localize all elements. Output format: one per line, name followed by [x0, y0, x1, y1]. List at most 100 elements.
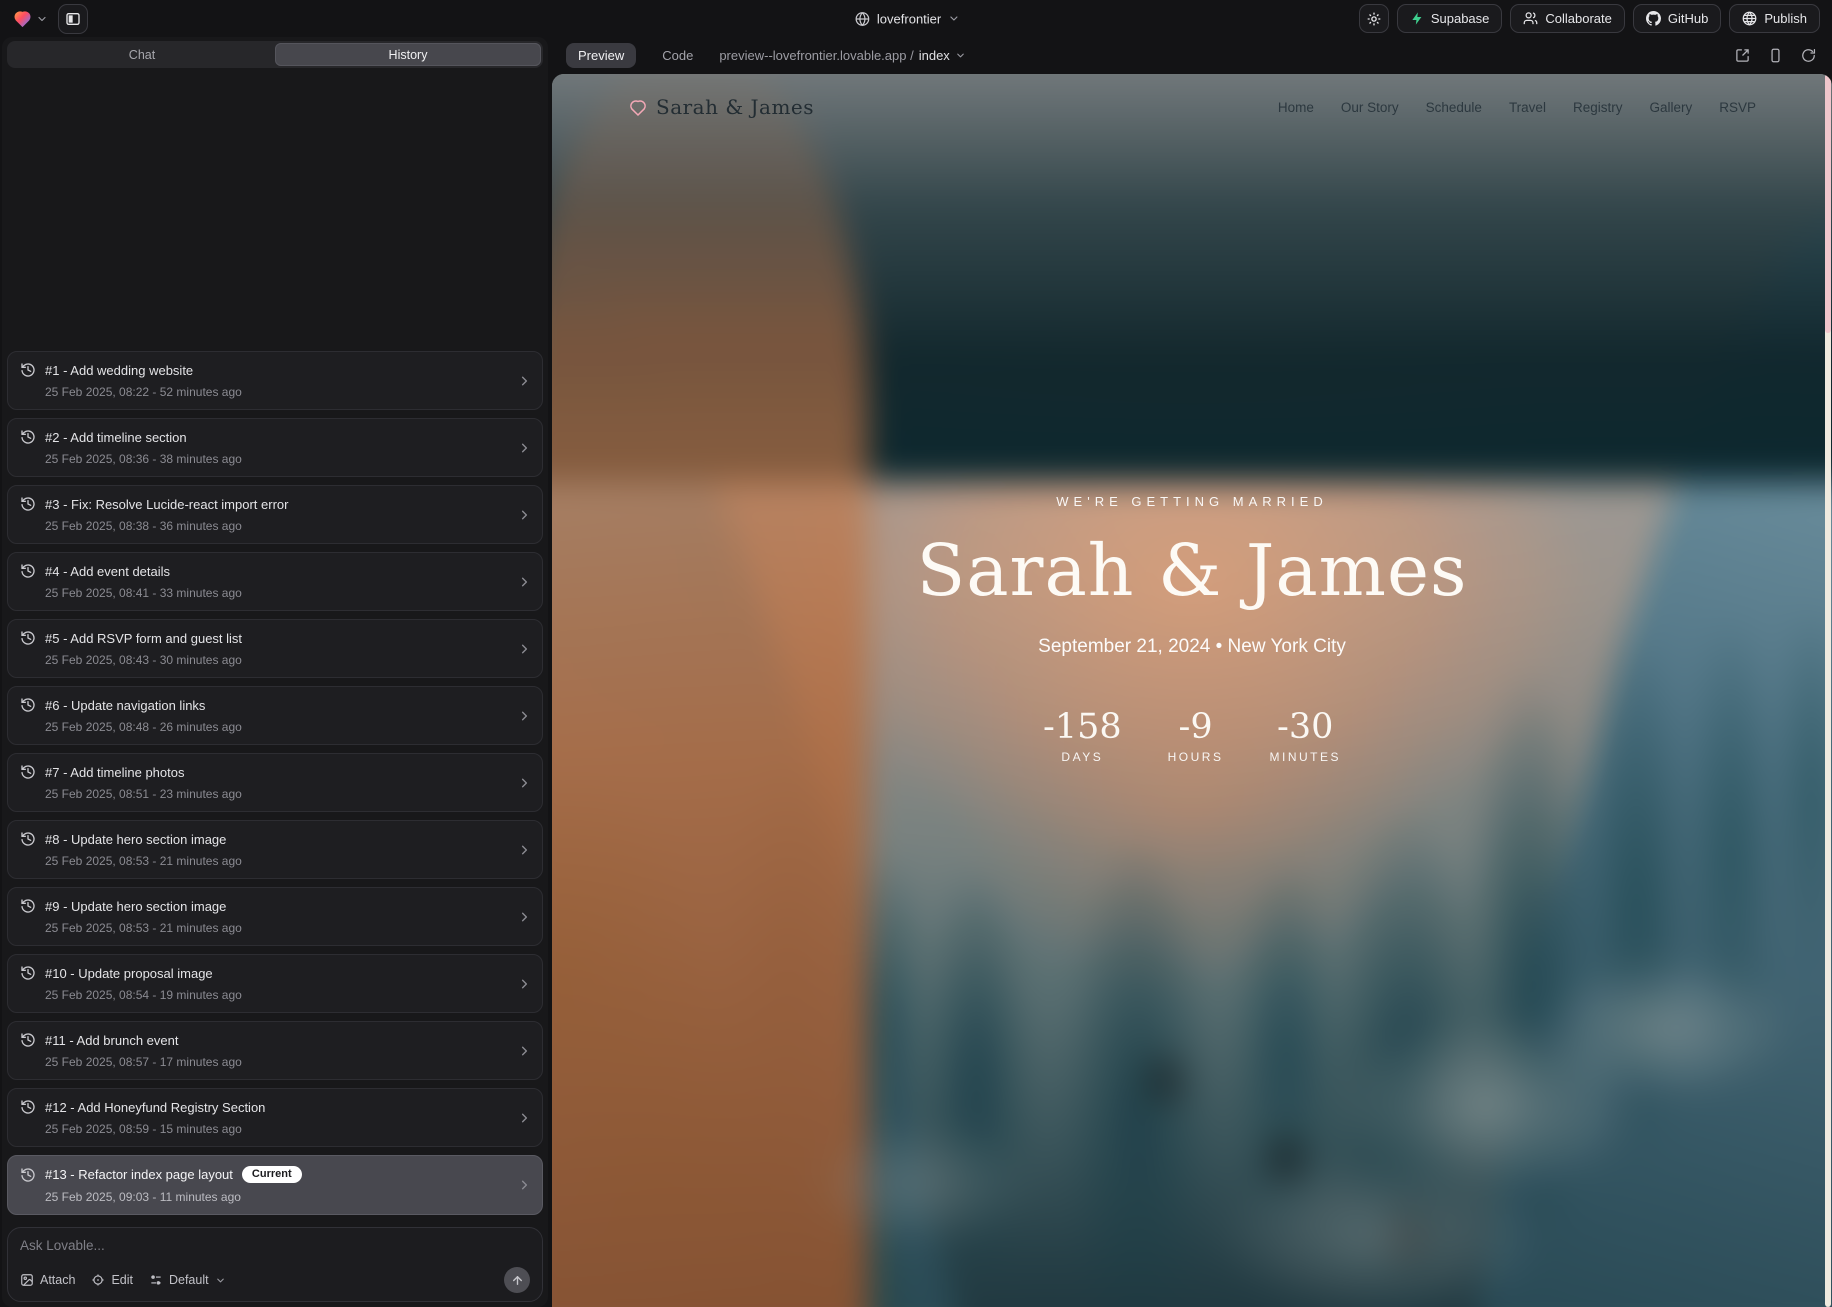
history-item[interactable]: #7 - Add timeline photos25 Feb 2025, 08:…	[7, 753, 543, 812]
refresh-button[interactable]	[1801, 48, 1816, 63]
github-icon	[1646, 11, 1661, 26]
chevron-right-icon	[517, 1110, 532, 1125]
chevron-right-icon	[517, 909, 532, 924]
nav-link-registry[interactable]: Registry	[1573, 100, 1623, 115]
history-icon	[20, 362, 36, 378]
history-item-title: #9 - Update hero section image	[45, 899, 226, 914]
history-item[interactable]: #13 - Refactor index page layoutCurrent2…	[7, 1155, 543, 1215]
history-icon	[20, 1032, 36, 1048]
settings-button[interactable]	[1359, 4, 1389, 33]
history-item[interactable]: #10 - Update proposal image25 Feb 2025, …	[7, 954, 543, 1013]
panel-left-icon	[65, 11, 81, 27]
current-badge: Current	[242, 1166, 302, 1183]
history-item[interactable]: #1 - Add wedding website 25 Feb 2025, 08:…	[7, 351, 543, 410]
history-item-title: #1 - Add wedding website	[45, 363, 193, 378]
send-button[interactable]	[504, 1267, 530, 1293]
site-nav: Home Our Story Schedule Travel Registry Galle…	[1278, 100, 1756, 115]
refresh-icon	[1801, 48, 1816, 63]
hero-eyebrow: WE'RE GETTING MARRIED	[742, 494, 1642, 509]
chevron-right-icon	[517, 842, 532, 857]
preview-url[interactable]: preview--lovefrontier.lovable.app / inde…	[719, 48, 965, 63]
site-logo[interactable]: Sarah & James	[628, 95, 814, 119]
history-item-title: #4 - Add event details	[45, 564, 170, 579]
countdown: -158DAYS-9HOURS-30MINUTES	[742, 710, 1642, 764]
chevron-down-icon	[955, 50, 966, 61]
history-item[interactable]: #8 - Update hero section image25 Feb 202…	[7, 820, 543, 879]
lovable-logo-menu[interactable]	[12, 9, 48, 28]
chevron-down-icon	[36, 13, 48, 25]
url-base: preview--lovefrontier.lovable.app /	[719, 48, 913, 63]
composer: Attach Edit Default	[7, 1227, 543, 1302]
history-icon	[20, 697, 36, 713]
sidebar-toggle-button[interactable]	[58, 4, 88, 34]
mode-select[interactable]: Default	[149, 1273, 226, 1287]
history-item[interactable]: #9 - Update hero section image 25 Feb 202…	[7, 887, 543, 946]
nav-link-gallery[interactable]: Gallery	[1649, 100, 1692, 115]
chat-sidebar: Chat History #1 - Add wedding website 25 …	[2, 37, 548, 1307]
chevron-down-icon	[215, 1275, 226, 1286]
preview-scrollbar	[1825, 74, 1831, 1307]
hero-section: WE'RE GETTING MARRIED Sarah & James Sept…	[742, 494, 1642, 764]
nav-link-home[interactable]: Home	[1278, 100, 1314, 115]
history-item[interactable]: #4 - Add event details 25 Feb 2025, 08:41…	[7, 552, 543, 611]
nav-link-rsvp[interactable]: RSVP	[1719, 100, 1756, 115]
supabase-button[interactable]: Supabase	[1397, 4, 1503, 33]
history-icon	[20, 764, 36, 780]
history-item-title: #10 - Update proposal image	[45, 966, 213, 981]
sliders-icon	[149, 1273, 163, 1287]
countdown-unit: -158DAYS	[1043, 710, 1122, 764]
collaborate-button[interactable]: Collaborate	[1510, 4, 1625, 33]
hero-title: Sarah & James	[742, 529, 1642, 612]
history-icon	[20, 563, 36, 579]
preview-panel: Preview Code preview--lovefrontier.lovab…	[552, 37, 1832, 1307]
arrow-up-icon	[511, 1274, 524, 1287]
history-item[interactable]: #11 - Add brunch event25 Feb 2025, 08:57…	[7, 1021, 543, 1080]
edit-button[interactable]: Edit	[91, 1273, 133, 1287]
history-item-timestamp: 25 Feb 2025, 08:53 - 21 minutes ago	[45, 854, 512, 868]
countdown-unit: -30MINUTES	[1269, 710, 1341, 764]
history-item[interactable]: #3 - Fix: Resolve Lucide-react import er…	[7, 485, 543, 544]
countdown-value: -9	[1168, 710, 1224, 745]
scrollbar-thumb[interactable]	[1825, 74, 1831, 333]
edit-select-icon	[91, 1273, 105, 1287]
supabase-icon	[1410, 11, 1424, 26]
chevron-right-icon	[517, 440, 532, 455]
site-header: Sarah & James Home Our Story Schedule Trave…	[552, 74, 1832, 140]
mobile-view-button[interactable]	[1768, 48, 1783, 63]
users-icon	[1523, 11, 1538, 26]
history-item[interactable]: #12 - Add Honeyfund Registry Section25 F…	[7, 1088, 543, 1147]
history-item-title: #3 - Fix: Resolve Lucide-react import er…	[45, 497, 288, 512]
history-item[interactable]: #6 - Update navigation links25 Feb 2025,…	[7, 686, 543, 745]
tab-chat[interactable]: Chat	[9, 43, 275, 66]
tab-preview[interactable]: Preview	[566, 43, 636, 68]
prompt-input[interactable]	[20, 1238, 530, 1253]
history-icon	[20, 1167, 36, 1183]
history-item[interactable]: #5 - Add RSVP form and guest list25 Feb …	[7, 619, 543, 678]
history-item[interactable]: #2 - Add timeline section25 Feb 2025, 08…	[7, 418, 543, 477]
attach-button[interactable]: Attach	[20, 1273, 75, 1287]
history-item-title: #11 - Add brunch event	[45, 1033, 178, 1048]
publish-button[interactable]: Publish	[1729, 4, 1820, 33]
history-icon	[20, 496, 36, 512]
history-item-timestamp: 25 Feb 2025, 08:59 - 15 minutes ago	[45, 1122, 512, 1136]
countdown-value: -158	[1043, 710, 1122, 745]
preview-toolbar: Preview Code preview--lovefrontier.lovab…	[552, 37, 1832, 74]
nav-link-schedule[interactable]: Schedule	[1426, 100, 1482, 115]
history-item-timestamp: 25 Feb 2025, 08:22 - 52 minutes ago	[45, 385, 512, 399]
history-item-timestamp: 25 Feb 2025, 08:53 - 21 minutes ago	[45, 921, 512, 935]
preview-viewport: Sarah & James Home Our Story Schedule Trave…	[552, 74, 1832, 1307]
github-button[interactable]: GitHub	[1633, 4, 1721, 33]
nav-link-travel[interactable]: Travel	[1509, 100, 1546, 115]
tab-history[interactable]: History	[275, 43, 541, 66]
nav-link-our-story[interactable]: Our Story	[1341, 100, 1399, 115]
url-page: index	[919, 48, 950, 63]
chevron-right-icon	[517, 1178, 532, 1193]
publish-globe-icon	[1742, 11, 1757, 26]
project-switcher[interactable]: lovefrontier	[855, 11, 960, 26]
open-external-button[interactable]	[1735, 48, 1750, 63]
project-name: lovefrontier	[877, 11, 941, 26]
chevron-right-icon	[517, 775, 532, 790]
history-item-timestamp: 25 Feb 2025, 08:41 - 33 minutes ago	[45, 586, 512, 600]
external-link-icon	[1735, 48, 1750, 63]
tab-code[interactable]: Code	[650, 43, 705, 68]
